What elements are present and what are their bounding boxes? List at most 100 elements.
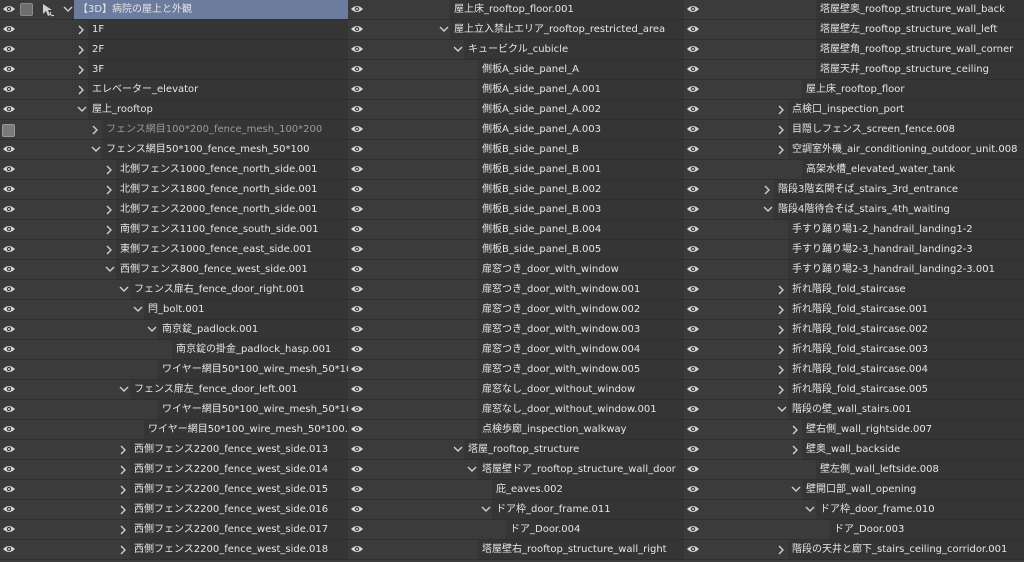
layer-row[interactable]: 側板A_side_panel_A.003 (348, 120, 684, 140)
eye-icon[interactable] (686, 384, 702, 396)
layer-row[interactable]: 塔屋壁右_rooftop_structure_wall_right (348, 540, 684, 560)
eye-icon[interactable] (2, 184, 18, 196)
layer-row[interactable]: 西側フェンス2200_fence_west_side.018 (0, 540, 348, 560)
layer-row[interactable]: 塔屋壁角_rooftop_structure_wall_corner (684, 40, 1024, 60)
chevron-right-icon[interactable] (104, 244, 116, 256)
layer-row[interactable]: 折れ階段_fold_staircase.001 (684, 300, 1024, 320)
eye-icon[interactable] (686, 544, 702, 556)
eye-icon[interactable] (350, 144, 366, 156)
chevron-right-icon[interactable] (790, 424, 802, 436)
chevron-down-icon[interactable] (466, 464, 478, 476)
layer-row[interactable]: 東側フェンス1000_fence_east_side.001 (0, 240, 348, 260)
layer-name-cell[interactable] (88, 40, 348, 59)
eye-icon[interactable] (686, 364, 702, 376)
layer-row[interactable]: 塔屋_rooftop_structure (348, 440, 684, 460)
eye-icon[interactable] (686, 244, 702, 256)
layer-row[interactable]: 目隠しフェンス_screen_fence.008 (684, 120, 1024, 140)
eye-icon[interactable] (350, 184, 366, 196)
layer-row[interactable]: 西側フェンス2200_fence_west_side.015 (0, 480, 348, 500)
eye-icon[interactable] (686, 184, 702, 196)
chevron-down-icon[interactable] (438, 24, 450, 36)
eye-icon[interactable] (686, 444, 702, 456)
chevron-right-icon[interactable] (776, 124, 788, 136)
eye-icon[interactable] (350, 504, 366, 516)
layer-row[interactable]: 側板A_side_panel_A.001 (348, 80, 684, 100)
eye-icon[interactable] (686, 204, 702, 216)
layer-row[interactable]: ワイヤー網目50*100_wire_mesh_50*100.017 (0, 360, 348, 380)
layer-row[interactable]: 折れ階段_fold_staircase.003 (684, 340, 1024, 360)
layer-row[interactable]: 扉窓つき_door_with_window (348, 260, 684, 280)
layer-row[interactable]: 塔屋天井_rooftop_structure_ceiling (684, 60, 1024, 80)
layer-row[interactable]: 庇_eaves.002 (348, 480, 684, 500)
chevron-down-icon[interactable] (804, 504, 816, 516)
layer-row[interactable]: フェンス網目100*200_fence_mesh_100*200 (0, 120, 348, 140)
eye-icon[interactable] (2, 24, 18, 36)
eye-icon[interactable] (686, 144, 702, 156)
layer-row[interactable]: 側板B_side_panel_B.002 (348, 180, 684, 200)
eye-icon[interactable] (686, 224, 702, 236)
eye-icon[interactable] (686, 284, 702, 296)
eye-icon[interactable] (350, 464, 366, 476)
layer-row[interactable]: 扉窓つき_door_with_window.005 (348, 360, 684, 380)
layer-row[interactable]: 屋上_rooftop (0, 100, 348, 120)
eye-icon[interactable] (686, 424, 702, 436)
layer-row[interactable]: 南京錠_padlock.001 (0, 320, 348, 340)
eye-icon[interactable] (350, 124, 366, 136)
eye-icon[interactable] (2, 444, 18, 456)
checkbox-icon[interactable] (20, 3, 33, 16)
chevron-right-icon[interactable] (76, 64, 88, 76)
chevron-right-icon[interactable] (76, 24, 88, 36)
eye-icon[interactable] (2, 324, 18, 336)
eye-icon[interactable] (350, 224, 366, 236)
layer-row[interactable]: ワイヤー網目50*100_wire_mesh_50*100.015 (0, 400, 348, 420)
eye-icon[interactable] (686, 44, 702, 56)
chevron-down-icon[interactable] (104, 264, 116, 276)
chevron-right-icon[interactable] (776, 304, 788, 316)
chevron-right-icon[interactable] (776, 384, 788, 396)
layer-row[interactable]: 西側フェンス2200_fence_west_side.017 (0, 520, 348, 540)
eye-icon[interactable] (350, 444, 366, 456)
eye-icon[interactable] (350, 344, 366, 356)
chevron-right-icon[interactable] (118, 484, 130, 496)
chevron-right-icon[interactable] (776, 324, 788, 336)
eye-icon[interactable] (2, 384, 18, 396)
layer-row[interactable]: 側板B_side_panel_B (348, 140, 684, 160)
eye-icon[interactable] (350, 484, 366, 496)
chevron-right-icon[interactable] (118, 464, 130, 476)
chevron-down-icon[interactable] (146, 324, 158, 336)
eye-icon[interactable] (350, 44, 366, 56)
chevron-down-icon[interactable] (76, 104, 88, 116)
layer-row[interactable]: 手すり踊り場2-3_handrail_landing2-3 (684, 240, 1024, 260)
layer-row[interactable]: 屋上床_rooftop_floor.001 (348, 0, 684, 20)
layer-row[interactable]: 折れ階段_fold_staircase.004 (684, 360, 1024, 380)
layer-row[interactable]: 北側フェンス2000_fence_north_side.001 (0, 200, 348, 220)
eye-icon[interactable] (350, 104, 366, 116)
layer-row[interactable]: 西側フェンス2200_fence_west_side.016 (0, 500, 348, 520)
eye-icon[interactable] (686, 64, 702, 76)
layer-row[interactable]: 西側フェンス2200_fence_west_side.013 (0, 440, 348, 460)
chevron-down-icon[interactable] (118, 284, 130, 296)
layer-row[interactable]: ドア_Door.003 (684, 520, 1024, 540)
layer-row[interactable]: 側板B_side_panel_B.001 (348, 160, 684, 180)
layer-row[interactable]: 扉窓つき_door_with_window.001 (348, 280, 684, 300)
layer-row[interactable]: 扉窓つき_door_with_window.004 (348, 340, 684, 360)
layer-row[interactable]: フェンス網目50*100_fence_mesh_50*100 (0, 140, 348, 160)
layer-row[interactable]: 西側フェンス2200_fence_west_side.014 (0, 460, 348, 480)
eye-icon[interactable] (2, 464, 18, 476)
eye-icon[interactable] (686, 484, 702, 496)
eye-icon[interactable] (350, 404, 366, 416)
chevron-right-icon[interactable] (790, 444, 802, 456)
layer-row[interactable]: 扉窓なし_door_without_window (348, 380, 684, 400)
chevron-down-icon[interactable] (790, 484, 802, 496)
eye-icon[interactable] (2, 204, 18, 216)
layer-row[interactable]: ドア枠_door_frame.011 (348, 500, 684, 520)
chevron-right-icon[interactable] (118, 544, 130, 556)
layer-row[interactable]: 閂_bolt.001 (0, 300, 348, 320)
eye-icon[interactable] (2, 544, 18, 556)
layer-row[interactable]: ワイヤー網目50*100_wire_mesh_50*100.014 (0, 420, 348, 440)
chevron-down-icon[interactable] (776, 404, 788, 416)
layer-row[interactable]: 側板B_side_panel_B.004 (348, 220, 684, 240)
chevron-right-icon[interactable] (776, 284, 788, 296)
chevron-right-icon[interactable] (76, 44, 88, 56)
layer-row[interactable]: キュービクル_cubicle (348, 40, 684, 60)
